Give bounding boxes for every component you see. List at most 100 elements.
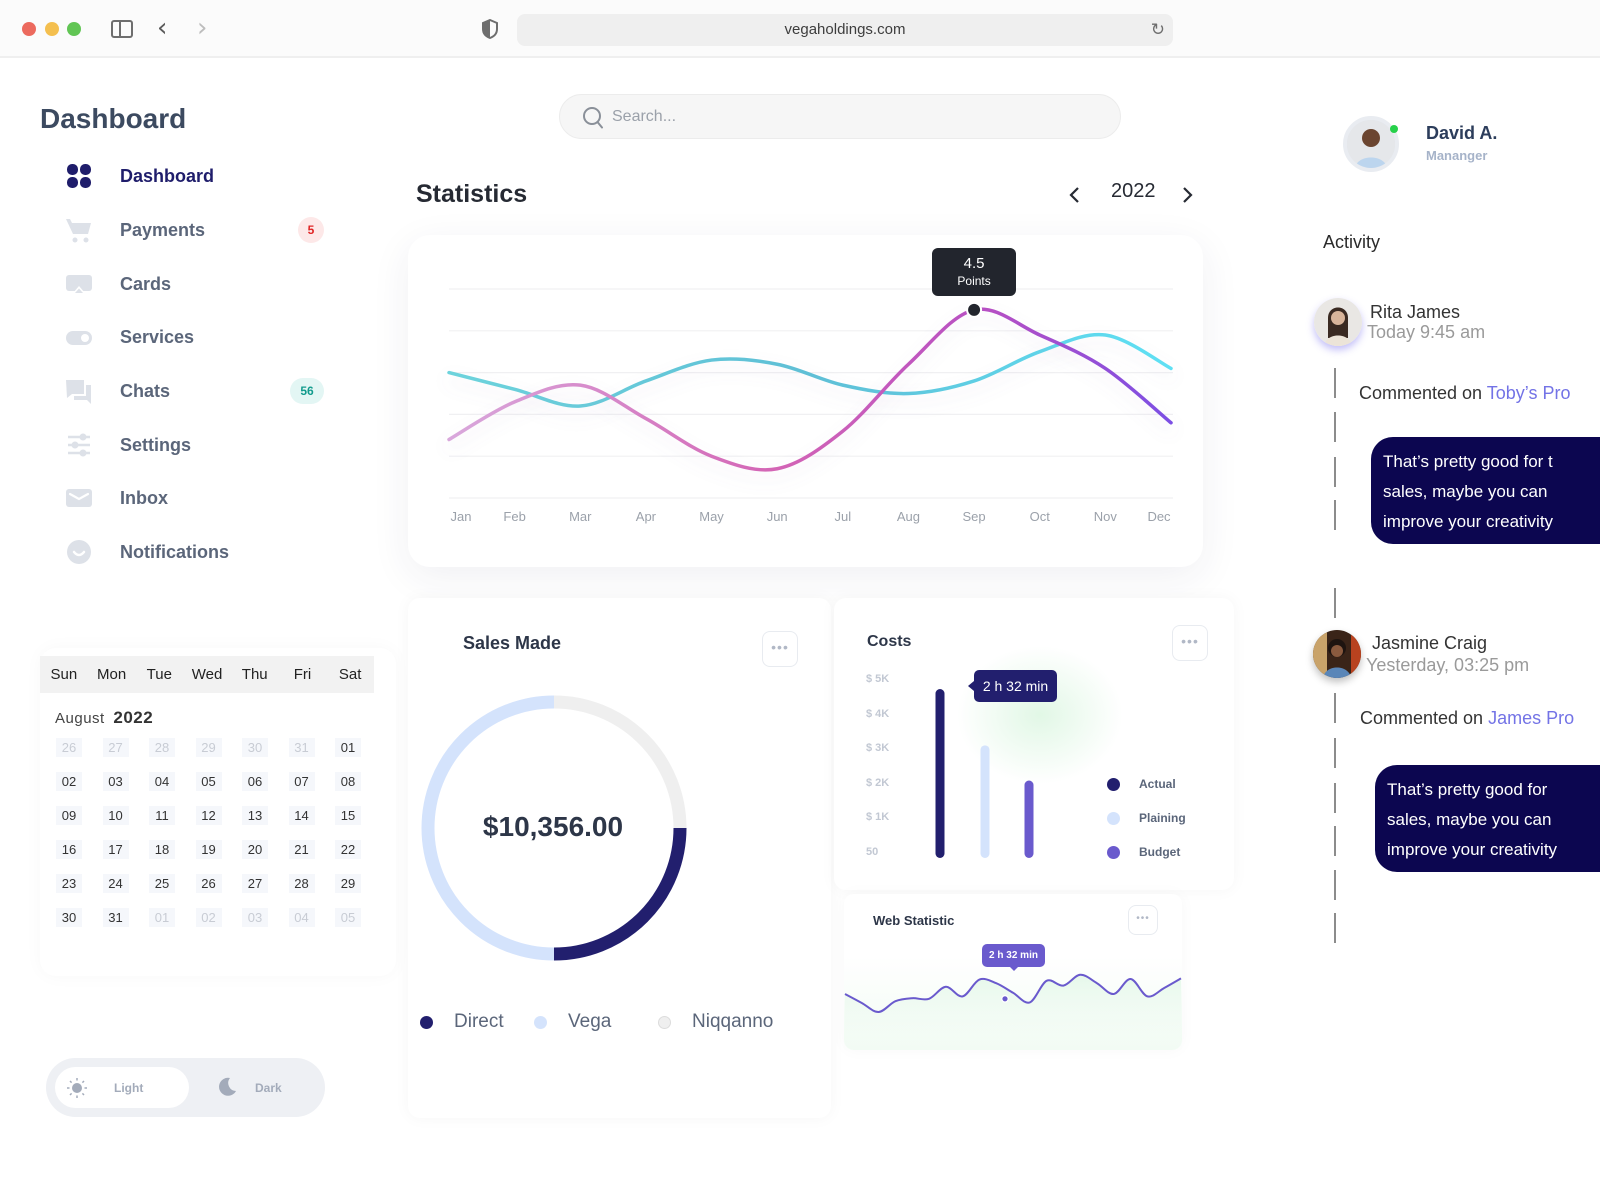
calendar-day[interactable]: 02 bbox=[56, 772, 82, 791]
calendar-day[interactable]: 18 bbox=[149, 840, 175, 859]
sidebar-item-label: Settings bbox=[120, 434, 192, 455]
x-tick-label: Jan bbox=[451, 509, 472, 524]
costs-tooltip: 2 h 32 min bbox=[974, 670, 1057, 702]
calendar-day[interactable]: 02 bbox=[195, 908, 222, 927]
calendar-day[interactable]: 24 bbox=[102, 874, 129, 893]
tooltip-value: 4.5 bbox=[963, 254, 985, 272]
reload-icon[interactable]: ↻ bbox=[1151, 14, 1165, 46]
sidebar-item-services[interactable]: Services bbox=[64, 317, 334, 357]
sidebar-item-label: Chats bbox=[120, 380, 171, 401]
calendar-day[interactable]: 22 bbox=[335, 840, 361, 859]
calendar-day[interactable]: 05 bbox=[195, 772, 222, 791]
bar-actual[interactable] bbox=[935, 689, 945, 858]
calendar-year: 2022 bbox=[113, 708, 154, 727]
sidebar-toggle-icon[interactable] bbox=[111, 20, 133, 38]
chevron-left-icon[interactable]: ‹ bbox=[157, 14, 167, 42]
sales-menu-button[interactable]: ••• bbox=[762, 631, 798, 667]
calendar-day[interactable]: 01 bbox=[335, 738, 361, 757]
legend-dot-direct bbox=[420, 1015, 433, 1029]
sidebar-item-payments[interactable]: Payments 5 bbox=[64, 210, 334, 250]
sidebar-item-chats[interactable]: Chats 56 bbox=[64, 371, 334, 411]
calendar-day[interactable]: 26 bbox=[195, 874, 222, 893]
calendar-day[interactable]: 29 bbox=[195, 738, 222, 757]
light-theme-button[interactable]: Light bbox=[55, 1067, 189, 1108]
next-year-chevron-icon[interactable] bbox=[1180, 185, 1194, 205]
calendar-day[interactable]: 19 bbox=[195, 840, 222, 859]
area-fill bbox=[844, 974, 1182, 1050]
calendar-day[interactable]: 28 bbox=[288, 874, 315, 893]
y-tick: $ 3K bbox=[866, 742, 890, 754]
costs-legend-budget: Budget bbox=[1107, 845, 1180, 859]
calendar-day[interactable]: 13 bbox=[242, 806, 268, 825]
highlighted-point[interactable] bbox=[966, 301, 983, 318]
calendar-day[interactable]: 03 bbox=[102, 772, 129, 791]
comment-link[interactable]: Toby’s Pro bbox=[1487, 383, 1571, 403]
costs-menu-button[interactable]: ••• bbox=[1172, 625, 1208, 661]
shield-icon[interactable] bbox=[482, 19, 498, 39]
bar-budget[interactable] bbox=[1024, 780, 1034, 858]
window-close-button[interactable] bbox=[22, 22, 36, 36]
sidebar-item-notifications[interactable]: Notifications bbox=[64, 532, 334, 572]
calendar-day[interactable]: 14 bbox=[288, 806, 315, 825]
calendar-day[interactable]: 29 bbox=[335, 874, 361, 893]
calendar-day[interactable]: 07 bbox=[288, 772, 315, 791]
activity-avatar[interactable] bbox=[1313, 630, 1361, 678]
calendar-day[interactable]: 27 bbox=[102, 738, 129, 757]
calendar-day[interactable]: 06 bbox=[242, 772, 268, 791]
activity-user-name: Rita James bbox=[1370, 302, 1461, 322]
x-tick-label: Apr bbox=[636, 509, 657, 524]
calendar-day[interactable]: 25 bbox=[149, 874, 175, 893]
sidebar-item-dashboard[interactable]: Dashboard bbox=[64, 156, 334, 196]
search-input[interactable] bbox=[612, 103, 1092, 131]
calendar-day[interactable]: 01 bbox=[149, 908, 175, 927]
comment-link[interactable]: James Pro bbox=[1488, 708, 1574, 728]
calendar-day[interactable]: 31 bbox=[102, 908, 129, 927]
sidebar-item-cards[interactable]: Cards bbox=[64, 264, 334, 304]
calendar-day[interactable]: 16 bbox=[56, 840, 82, 859]
y-tick: $ 5K bbox=[866, 673, 890, 685]
calendar-day[interactable]: 12 bbox=[195, 806, 222, 825]
web-statistic-menu-button[interactable]: ••• bbox=[1128, 905, 1158, 935]
calendar-day[interactable]: 15 bbox=[335, 806, 361, 825]
calendar-day[interactable]: 28 bbox=[149, 738, 175, 757]
calendar-day[interactable]: 21 bbox=[288, 840, 315, 859]
previous-year-chevron-icon[interactable] bbox=[1068, 185, 1082, 205]
sidebar-item-inbox[interactable]: Inbox bbox=[64, 478, 334, 518]
address-bar[interactable]: vegaholdings.com ↻ bbox=[517, 14, 1173, 46]
dark-theme-button[interactable]: Dark bbox=[206, 1067, 316, 1108]
calendar-day[interactable]: 10 bbox=[102, 806, 129, 825]
legend-label: Budget bbox=[1139, 845, 1181, 859]
theme-toggle: Light Dark bbox=[46, 1058, 325, 1117]
window-maximize-button[interactable] bbox=[67, 22, 81, 36]
calendar-day[interactable]: 05 bbox=[335, 908, 361, 927]
profile-avatar[interactable] bbox=[1343, 116, 1399, 172]
window-minimize-button[interactable] bbox=[45, 22, 59, 36]
donut-segment-niqqanno[interactable] bbox=[553, 695, 687, 829]
user-avatar-image bbox=[1347, 120, 1395, 168]
calendar-day[interactable]: 30 bbox=[242, 738, 268, 757]
calendar-day[interactable]: 26 bbox=[56, 738, 82, 757]
calendar-day[interactable]: 03 bbox=[242, 908, 268, 927]
calendar-day[interactable]: 17 bbox=[102, 840, 129, 859]
calendar-day[interactable]: 27 bbox=[242, 874, 268, 893]
calendar-day[interactable]: 23 bbox=[56, 874, 82, 893]
calendar-day[interactable]: 20 bbox=[242, 840, 268, 859]
x-tick-label: Dec bbox=[1147, 509, 1171, 524]
calendar-day[interactable]: 11 bbox=[149, 806, 175, 825]
calendar-day[interactable]: 31 bbox=[288, 738, 315, 757]
sidebar-item-settings[interactable]: Settings bbox=[64, 425, 334, 465]
series-line-0 bbox=[447, 307, 1173, 472]
bar-plaining[interactable] bbox=[980, 745, 990, 858]
activity-title: Activity bbox=[1323, 232, 1381, 252]
calendar-day[interactable]: 04 bbox=[149, 772, 175, 791]
x-tick-label: May bbox=[699, 509, 724, 524]
donut-segment-direct[interactable] bbox=[553, 827, 687, 961]
calendar-day[interactable]: 04 bbox=[288, 908, 315, 927]
calendar-day[interactable]: 30 bbox=[56, 908, 82, 927]
highlighted-point[interactable] bbox=[1001, 994, 1009, 1003]
chevron-right-icon[interactable]: › bbox=[197, 14, 207, 42]
calendar-day[interactable]: 08 bbox=[335, 772, 361, 791]
sun-icon bbox=[67, 1078, 87, 1098]
calendar-day[interactable]: 09 bbox=[56, 806, 82, 825]
activity-avatar[interactable] bbox=[1314, 298, 1362, 346]
